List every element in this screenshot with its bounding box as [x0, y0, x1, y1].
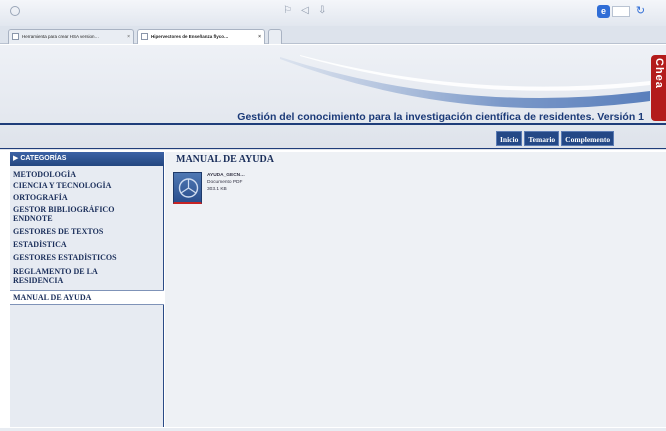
browser-logo-icon[interactable]: e	[597, 5, 610, 18]
sidebar-item-metodologia[interactable]: METODOLOGÍA	[10, 170, 164, 179]
top-nav: Inicio Temario Complemento	[496, 131, 615, 147]
nav-temario[interactable]: Temario	[524, 131, 560, 146]
tab-title: Hipervectores de Enseñanza flyco…	[151, 34, 229, 39]
new-tab-button[interactable]	[268, 29, 282, 44]
sidebar-header: ▶ CATEGORÍAS	[10, 152, 164, 166]
main-content: MANUAL DE AYUDA AYUDA_GECN… Documento PD…	[165, 152, 666, 427]
sidebar-item-gestores-textos[interactable]: GESTORES DE TEXTOS	[10, 227, 164, 236]
site-title: Gestión del conocimiento para la investi…	[237, 111, 644, 123]
chea-badge-text: Chea	[653, 58, 665, 89]
favicon-icon	[141, 33, 148, 40]
search-box[interactable]	[612, 6, 630, 17]
nav-inicio[interactable]: Inicio	[496, 131, 523, 146]
nav-complemento[interactable]: Complemento	[561, 131, 615, 146]
chea-badge[interactable]: Chea	[651, 55, 666, 121]
tab-title: Herramienta para crear HSA version…	[22, 34, 100, 39]
sidebar-item-gestores-estadisticos[interactable]: GESTORES ESTADÍSTICOS	[10, 253, 164, 262]
sidebar-item-ciencia-tecnologia[interactable]: CIENCIA Y TECNOLOGÍA	[10, 181, 164, 190]
document-size: 303.1 KB	[207, 187, 227, 192]
tab-bar: Herramienta para crear HSA version… × Hi…	[0, 26, 666, 44]
sidebar-item-manual-ayuda[interactable]: MANUAL DE AYUDA	[10, 290, 164, 305]
sidebar-item-estadistica[interactable]: ESTADÍSTICA	[10, 240, 164, 249]
close-icon[interactable]: ×	[258, 30, 261, 44]
sidebar: ▶ CATEGORÍAS METODOLOGÍA CIENCIA Y TECNO…	[10, 152, 164, 427]
sidebar-item-reglamento[interactable]: REGLAMENTO DE LA RESIDENCIA	[10, 267, 120, 285]
browser-tab-1[interactable]: Herramienta para crear HSA version… ×	[8, 29, 134, 44]
browser-toolbar: ⚐ ◁ ⇩ ✧ e ↻	[0, 0, 666, 26]
page-title: MANUAL DE AYUDA	[176, 154, 274, 165]
close-icon[interactable]: ×	[127, 30, 130, 44]
favicon-icon	[12, 33, 19, 40]
document-emblem-icon	[178, 178, 199, 198]
browser-tab-2[interactable]: Hipervectores de Enseñanza flyco… ×	[137, 29, 265, 44]
document-type: Documento PDF	[207, 180, 243, 185]
title-divider	[0, 123, 666, 125]
site-header: Chea Gestión del conocimiento para la in…	[0, 45, 666, 150]
document-name[interactable]: AYUDA_GECN…	[207, 173, 245, 178]
nav-divider	[0, 148, 666, 149]
sidebar-item-gestor-bibliografico[interactable]: GESTOR BIBLIOGRÁFICO ENDNOTE	[10, 205, 150, 223]
sidebar-item-ortografia[interactable]: ORTOGRAFÍA	[10, 193, 164, 202]
refresh-icon[interactable]: ↻	[634, 4, 647, 17]
address-bar-icons[interactable]: ⚐ ◁ ⇩ ✧	[283, 5, 333, 19]
pdf-document-icon[interactable]	[173, 172, 202, 204]
window-icon	[10, 6, 20, 16]
